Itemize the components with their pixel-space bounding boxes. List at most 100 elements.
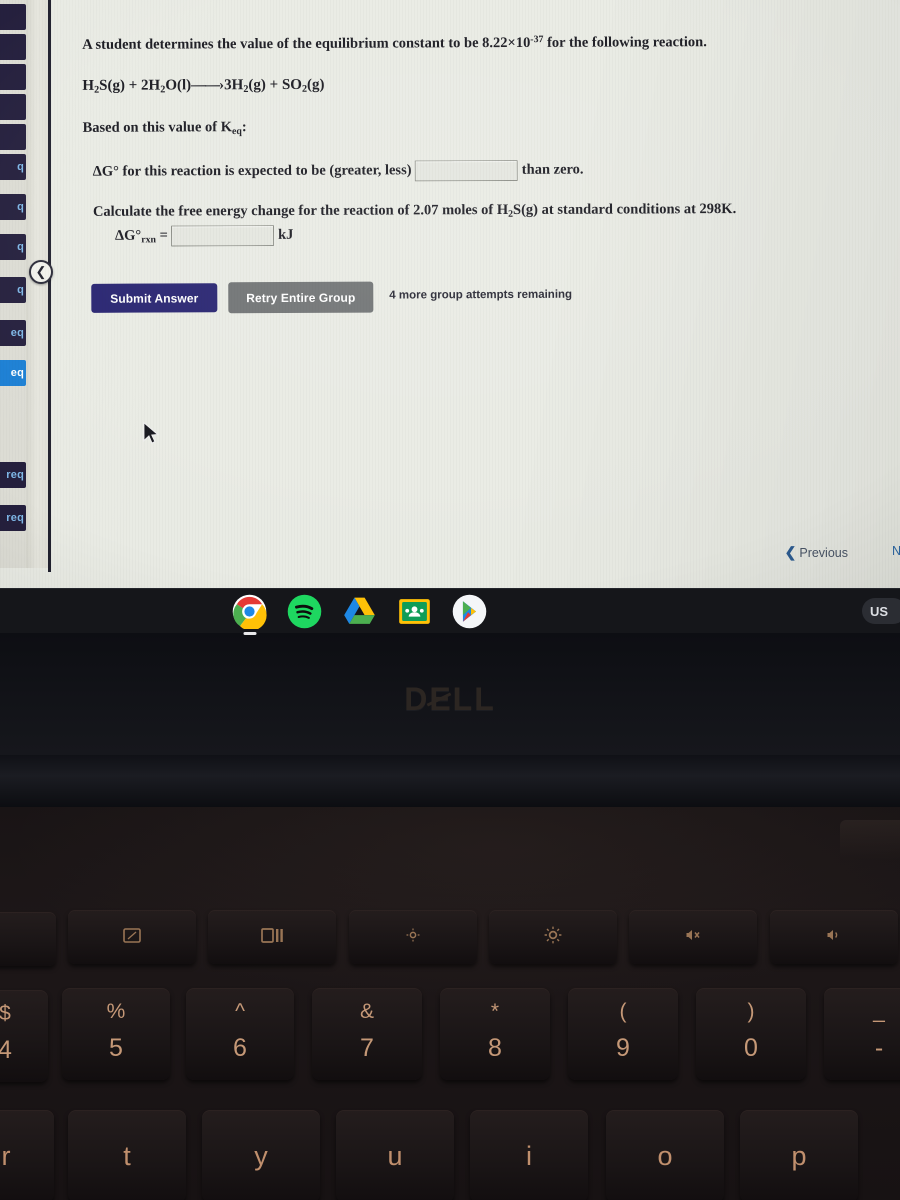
question-list-sidebar[interactable]: q q q q eq eq req req bbox=[0, 0, 26, 568]
sidebar-collapse-button[interactable]: ❮ bbox=[29, 260, 53, 284]
keyboard-layout-indicator[interactable]: US bbox=[862, 598, 900, 624]
submit-answer-button[interactable]: Submit Answer bbox=[91, 283, 218, 313]
letter-key[interactable]: t bbox=[68, 1110, 186, 1200]
delta-g-input[interactable] bbox=[171, 225, 275, 247]
volume-up-icon bbox=[826, 927, 842, 947]
laptop-speaker-vent bbox=[840, 820, 900, 860]
fullscreen-key[interactable] bbox=[68, 910, 196, 964]
number-key[interactable]: * 8 bbox=[440, 988, 550, 1080]
sidebar-question-item[interactable]: eq bbox=[0, 320, 26, 346]
key-upper: ^ bbox=[235, 1000, 245, 1023]
key-lower: 7 bbox=[360, 1034, 374, 1062]
chrome-icon[interactable] bbox=[232, 594, 267, 635]
sidebar-question-item[interactable]: q bbox=[0, 277, 26, 303]
key-upper: * bbox=[490, 1000, 500, 1023]
google-classroom-icon[interactable] bbox=[397, 594, 432, 629]
sidebar-question-item[interactable] bbox=[0, 64, 26, 90]
mute-key[interactable] bbox=[629, 910, 757, 964]
prompt-2-text: Calculate the free energy change for the… bbox=[92, 202, 410, 220]
number-key[interactable]: $ 4 bbox=[0, 990, 48, 1082]
key-upper: % bbox=[106, 1000, 126, 1023]
intro-text-before: A student determines the value of the eq… bbox=[82, 35, 479, 53]
next-question-link[interactable]: Ne bbox=[892, 544, 900, 558]
brightness-up-icon bbox=[544, 926, 562, 948]
answer-units: kJ bbox=[278, 226, 294, 243]
number-key[interactable]: % 5 bbox=[62, 988, 170, 1080]
delta-g-label: ΔG°rxn bbox=[115, 227, 156, 245]
volume-mute-icon bbox=[685, 927, 701, 947]
chevron-left-icon: ❮ bbox=[35, 264, 47, 279]
sidebar-question-item[interactable] bbox=[0, 94, 26, 120]
sidebar-question-item[interactable]: req bbox=[0, 505, 26, 531]
letter-key[interactable]: y bbox=[202, 1110, 320, 1200]
sidebar-question-item[interactable]: req bbox=[0, 462, 26, 488]
sidebar-question-item[interactable] bbox=[0, 34, 26, 60]
number-key[interactable]: & 7 bbox=[312, 988, 422, 1080]
dell-logo: DELL bbox=[404, 681, 496, 717]
prompt-1-suffix: than zero. bbox=[521, 161, 584, 178]
key-upper: $ bbox=[0, 1002, 11, 1025]
spotify-icon[interactable] bbox=[287, 594, 322, 629]
letter-key[interactable]: i bbox=[470, 1110, 588, 1200]
number-key[interactable]: _ - bbox=[824, 988, 900, 1080]
number-key[interactable]: ) 0 bbox=[696, 988, 806, 1080]
sidebar-question-item[interactable] bbox=[0, 124, 26, 150]
k-mantissa: 8.22×10 bbox=[482, 34, 531, 52]
brightness-down-key[interactable] bbox=[349, 910, 477, 964]
key-upper: & bbox=[359, 1000, 374, 1023]
sidebar-question-label: req bbox=[6, 512, 24, 524]
prompt-calculate: Calculate the free energy change for the… bbox=[93, 200, 736, 223]
sidebar-question-item[interactable]: q bbox=[0, 154, 26, 180]
chromeos-shelf[interactable]: US bbox=[0, 588, 900, 635]
key-lower: 0 bbox=[744, 1034, 758, 1062]
brightness-down-icon bbox=[406, 928, 420, 946]
chrome-running-indicator bbox=[243, 632, 256, 635]
previous-question-link[interactable]: ❮ Previous bbox=[785, 544, 848, 561]
key-lower: 4 bbox=[0, 1036, 12, 1064]
sidebar-question-item[interactable]: eq bbox=[0, 360, 26, 386]
next-label: Ne bbox=[892, 544, 900, 558]
key-lower: o bbox=[657, 1140, 673, 1171]
laptop-screen: A student determines the value of the eq… bbox=[0, 0, 900, 588]
key-lower: - bbox=[874, 1034, 884, 1062]
sidebar-question-item[interactable] bbox=[0, 4, 26, 30]
prompt-greater-less: ΔG° for this reaction is expected to be … bbox=[92, 159, 584, 183]
retry-button-label: Retry Entire Group bbox=[246, 290, 356, 305]
key-upper: _ bbox=[873, 1000, 885, 1023]
letter-key[interactable]: o bbox=[606, 1110, 724, 1200]
sidebar-question-label: eq bbox=[10, 327, 24, 339]
attempts-remaining-text: 4 more group attempts remaining bbox=[389, 288, 573, 302]
overview-key[interactable] bbox=[208, 910, 336, 964]
sidebar-question-item[interactable]: q bbox=[0, 234, 26, 260]
key-lower: 5 bbox=[109, 1034, 123, 1062]
mouse-pointer-icon bbox=[142, 421, 160, 446]
keyboard-layout-label: US bbox=[870, 603, 889, 619]
prompt-1-prefix: ΔG° for this reaction is expected to be … bbox=[92, 162, 412, 180]
greater-less-input[interactable] bbox=[415, 159, 519, 182]
letter-key[interactable]: p bbox=[740, 1110, 858, 1200]
sidebar-question-label: q bbox=[17, 241, 24, 253]
laptop-hinge bbox=[0, 755, 900, 807]
sidebar-question-item[interactable]: q bbox=[0, 194, 26, 220]
number-key[interactable]: ^ 6 bbox=[186, 988, 294, 1080]
chevron-left-icon: ❮ bbox=[784, 544, 797, 560]
letter-key[interactable]: r bbox=[0, 1110, 54, 1200]
volume-key[interactable] bbox=[770, 910, 898, 964]
screenshot-root: A student determines the value of the eq… bbox=[0, 0, 900, 1200]
previous-label: Previous bbox=[799, 545, 848, 560]
window-overview-icon bbox=[261, 927, 283, 947]
number-key[interactable]: ( 9 bbox=[568, 988, 678, 1080]
intro-text-after: for the following reaction. bbox=[547, 34, 707, 51]
function-key[interactable] bbox=[0, 912, 56, 966]
equals-sign: = bbox=[159, 227, 168, 244]
brightness-up-key[interactable] bbox=[489, 910, 617, 964]
key-lower: r bbox=[1, 1140, 11, 1171]
fullscreen-icon bbox=[123, 927, 141, 947]
google-drive-icon[interactable] bbox=[342, 594, 377, 629]
k-exponent: -37 bbox=[530, 34, 544, 46]
play-store-icon[interactable] bbox=[452, 594, 487, 629]
letter-key[interactable]: u bbox=[336, 1110, 454, 1200]
key-lower: 6 bbox=[233, 1034, 247, 1062]
retry-entire-group-button[interactable]: Retry Entire Group bbox=[228, 281, 374, 314]
moles-value: 2.07 bbox=[413, 202, 439, 219]
